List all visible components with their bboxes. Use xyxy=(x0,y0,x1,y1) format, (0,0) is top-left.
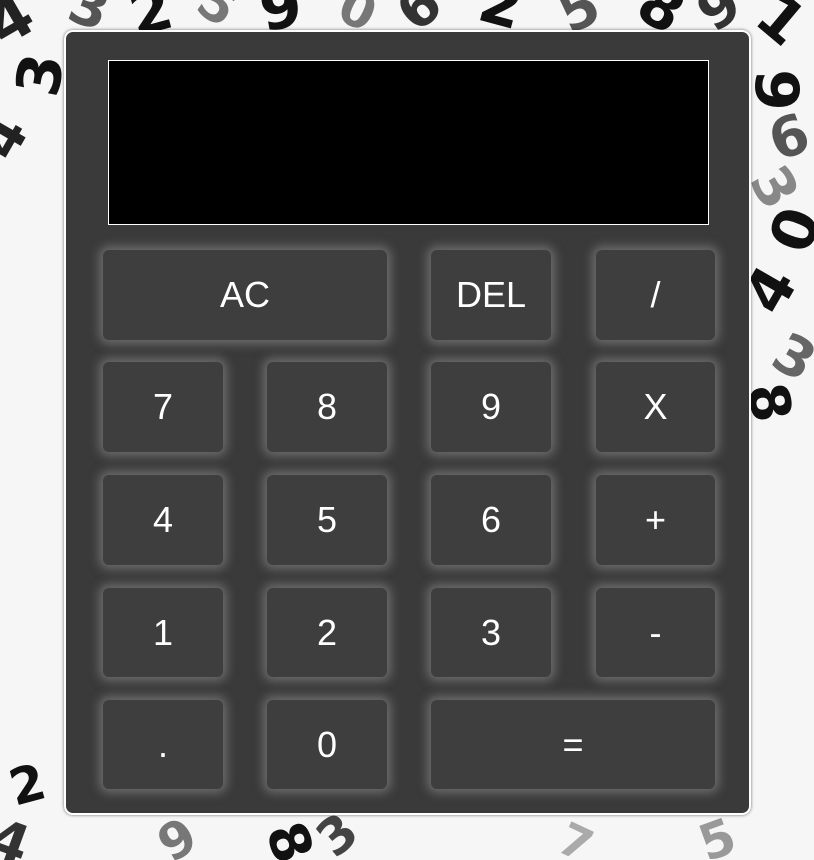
background-digit: 9 xyxy=(147,806,207,860)
background-digit: 4 xyxy=(0,0,47,61)
background-digit: 0 xyxy=(755,198,814,262)
background-digit: 9 xyxy=(740,69,811,111)
digit-8-button[interactable]: 8 xyxy=(267,362,387,452)
digit-6-button[interactable]: 6 xyxy=(431,475,551,565)
digit-5-button[interactable]: 5 xyxy=(267,475,387,565)
background-digit: 2 xyxy=(3,752,52,818)
divide-button[interactable]: / xyxy=(596,250,715,340)
background-digit: 5 xyxy=(691,806,744,860)
clear-button[interactable]: AC xyxy=(103,250,387,340)
digit-7-button[interactable]: 7 xyxy=(103,362,223,452)
background-digit: 8 xyxy=(252,813,327,860)
minus-button[interactable]: - xyxy=(596,588,715,677)
background-digit: 4 xyxy=(0,805,39,860)
background-digit: 4 xyxy=(0,104,41,170)
digit-0-button[interactable]: 0 xyxy=(267,700,387,789)
digit-3-button[interactable]: 3 xyxy=(431,588,551,677)
digit-9-button[interactable]: 9 xyxy=(431,362,551,452)
digit-2-button[interactable]: 2 xyxy=(267,588,387,677)
background-digit: 6 xyxy=(760,100,814,174)
digit-4-button[interactable]: 4 xyxy=(103,475,223,565)
digit-1-button[interactable]: 1 xyxy=(103,588,223,677)
delete-button[interactable]: DEL xyxy=(431,250,551,340)
multiply-button[interactable]: X xyxy=(596,362,715,452)
calculator-display xyxy=(108,60,709,225)
equals-button[interactable]: = xyxy=(431,700,715,789)
background-digit: 1 xyxy=(742,0,814,61)
decimal-button[interactable]: . xyxy=(103,700,223,789)
calculator: AC DEL / 7 8 9 X 4 5 6 + 1 2 3 - . 0 = xyxy=(64,30,751,815)
background-digit: 7 xyxy=(550,811,602,860)
plus-button[interactable]: + xyxy=(596,475,715,565)
background-digit: 3 xyxy=(761,319,814,395)
